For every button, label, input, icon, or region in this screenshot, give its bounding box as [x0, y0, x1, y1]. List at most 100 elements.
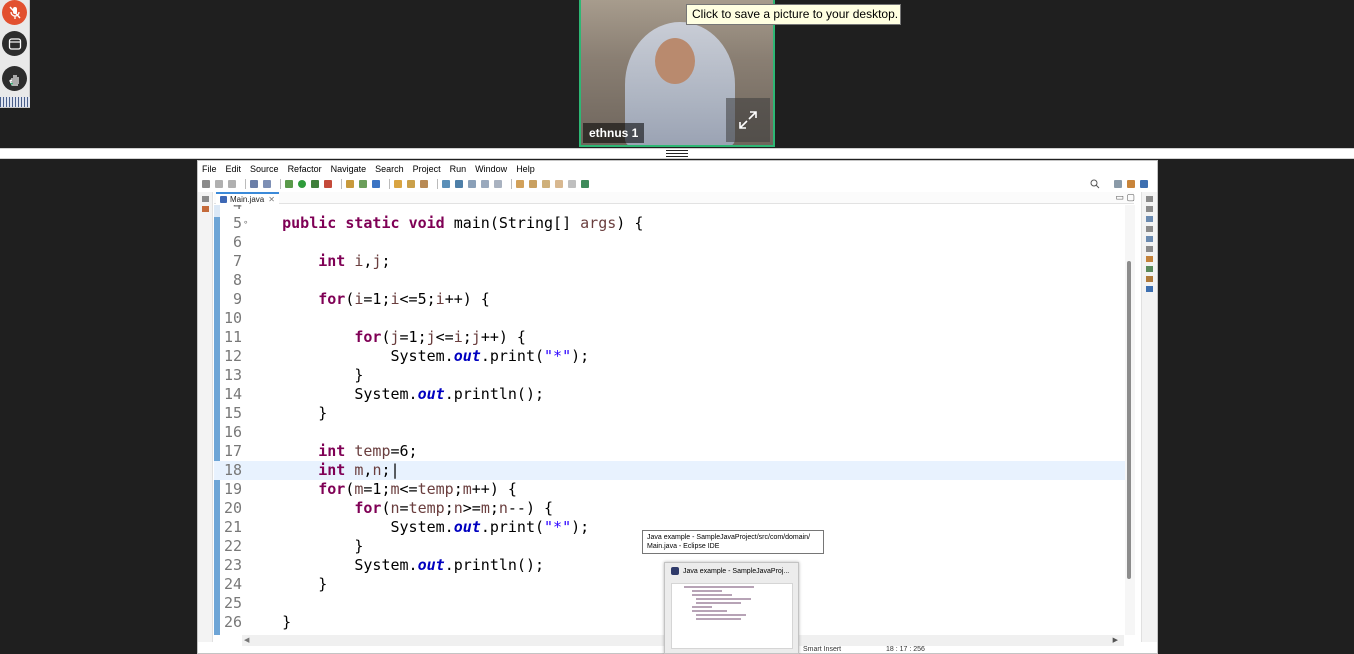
- menu-navigate[interactable]: Navigate: [331, 164, 367, 174]
- run-icon[interactable]: [298, 180, 306, 188]
- menu-help[interactable]: Help: [516, 164, 535, 174]
- menu-project[interactable]: Project: [413, 164, 441, 174]
- terminal-view-icon[interactable]: [1146, 286, 1153, 292]
- search-icon[interactable]: [1090, 179, 1100, 189]
- menu-file[interactable]: File: [202, 164, 217, 174]
- new-java-project-icon[interactable]: [346, 180, 354, 188]
- show-whitespace-icon[interactable]: [494, 180, 502, 188]
- menu-search[interactable]: Search: [375, 164, 404, 174]
- preview-thumbnail[interactable]: [671, 583, 793, 649]
- open-perspective-icon[interactable]: [1114, 180, 1122, 188]
- code-line[interactable]: 5 ∘ public static void main(String[] args…: [214, 214, 1125, 233]
- scroll-left-icon[interactable]: ◀: [244, 636, 249, 644]
- menu-run[interactable]: Run: [450, 164, 467, 174]
- code-line[interactable]: 10: [214, 309, 1125, 328]
- code-line[interactable]: 12 System.out.print("*");: [214, 347, 1125, 366]
- prev-annotation-icon[interactable]: [529, 180, 537, 188]
- last-edit-icon[interactable]: [542, 180, 550, 188]
- coverage-icon[interactable]: [311, 180, 319, 188]
- editor-min-max[interactable]: ▭ ▢: [1115, 192, 1135, 203]
- code-text: }: [246, 404, 328, 422]
- code-line[interactable]: 20 for(n=temp;n>=m;n--) {: [214, 499, 1125, 518]
- task-list-icon[interactable]: [1146, 216, 1153, 222]
- search-tool-icon[interactable]: [420, 180, 428, 188]
- next-annotation-icon[interactable]: [516, 180, 524, 188]
- code-line[interactable]: 13 }: [214, 366, 1125, 385]
- highlight-icon[interactable]: [455, 180, 463, 188]
- problems-icon[interactable]: [1146, 236, 1153, 242]
- preview-title: Java example - SampleJavaProj...: [683, 567, 790, 575]
- menu-window[interactable]: Window: [475, 164, 507, 174]
- code-line[interactable]: 15 }: [214, 404, 1125, 423]
- restore-bottom-icon[interactable]: [1146, 226, 1153, 232]
- code-line[interactable]: 14 System.out.println();: [214, 385, 1125, 404]
- code-line[interactable]: 17 int temp=6;: [214, 442, 1125, 461]
- back-icon[interactable]: [555, 180, 563, 188]
- restore-icon[interactable]: [201, 196, 209, 202]
- meeting-side-toolbar: [0, 0, 30, 108]
- code-line[interactable]: 7 int i,j;: [214, 252, 1125, 271]
- raise-hand-button[interactable]: [2, 66, 27, 91]
- raise-hand-icon: [8, 74, 19, 86]
- code-line[interactable]: 19 for(m=1;m<=temp;m++) {: [214, 480, 1125, 499]
- open-type-icon[interactable]: [394, 180, 402, 188]
- toolbar-grip[interactable]: [0, 97, 30, 107]
- save-all-icon[interactable]: [228, 180, 236, 188]
- window-button[interactable]: [2, 31, 27, 56]
- outline-icon[interactable]: [1146, 206, 1153, 212]
- restore-right-icon[interactable]: [1146, 196, 1153, 202]
- panel-divider[interactable]: [0, 148, 1354, 159]
- code-line[interactable]: 6: [214, 233, 1125, 252]
- new-class-icon[interactable]: [372, 180, 380, 188]
- debug-icon[interactable]: [285, 180, 293, 188]
- tab-main-java[interactable]: Main.java ✕: [216, 192, 279, 204]
- block-select-icon[interactable]: [481, 180, 489, 188]
- progress-icon[interactable]: [1146, 276, 1153, 282]
- annotation-icon[interactable]: [442, 180, 450, 188]
- line-number: 15: [223, 404, 242, 422]
- close-tab-icon[interactable]: ✕: [268, 195, 275, 204]
- scroll-right-icon[interactable]: ▶: [1113, 636, 1118, 644]
- forward-icon[interactable]: [568, 180, 576, 188]
- expand-icon: [739, 111, 757, 129]
- declaration-icon[interactable]: [1146, 256, 1153, 262]
- pin-editor-icon[interactable]: [581, 180, 589, 188]
- new-package-icon[interactable]: [359, 180, 367, 188]
- save-icon[interactable]: [215, 180, 223, 188]
- code-line[interactable]: 16: [214, 423, 1125, 442]
- terminal-icon[interactable]: [250, 180, 258, 188]
- code-text: }: [246, 537, 364, 555]
- external-tools-icon[interactable]: [324, 180, 332, 188]
- code-line[interactable]: 11 for(j=1;j<=i;j++) {: [214, 328, 1125, 347]
- code-line[interactable]: 4: [214, 205, 1125, 214]
- thumb-line: [692, 594, 732, 596]
- open-task-icon[interactable]: [407, 180, 415, 188]
- skip-breakpoints-icon[interactable]: [263, 180, 271, 188]
- word-wrap-icon[interactable]: [468, 180, 476, 188]
- code-line[interactable]: 18 int m,n;|: [214, 461, 1125, 480]
- code-line[interactable]: 8: [214, 271, 1125, 290]
- vertical-scrollbar[interactable]: [1125, 205, 1135, 635]
- expand-video-button[interactable]: [726, 98, 770, 142]
- preview-title-row: Java example - SampleJavaProj...: [671, 567, 789, 575]
- mic-muted-button[interactable]: [2, 0, 27, 25]
- menu-edit[interactable]: Edit: [226, 164, 242, 174]
- menu-source[interactable]: Source: [250, 164, 279, 174]
- thumb-line: [692, 606, 712, 608]
- line-number: 25: [223, 594, 242, 612]
- code-line[interactable]: 9 for(i=1;i<=5;i++) {: [214, 290, 1125, 309]
- insert-mode: Smart Insert: [803, 646, 842, 653]
- scrollbar-thumb[interactable]: [1127, 261, 1131, 579]
- java-perspective-icon[interactable]: [1140, 180, 1148, 188]
- new-icon[interactable]: [202, 180, 210, 188]
- menu-refactor[interactable]: Refactor: [288, 164, 322, 174]
- thumb-line: [696, 598, 751, 600]
- toolbar-separator: [437, 179, 438, 189]
- package-explorer-icon[interactable]: [201, 206, 209, 212]
- taskbar-window-preview[interactable]: Java example - SampleJavaProj...: [664, 562, 799, 654]
- divider-grip-icon[interactable]: [666, 150, 688, 158]
- console-icon[interactable]: [1146, 266, 1153, 272]
- javadoc-icon[interactable]: [1146, 246, 1153, 252]
- code-text: for(m=1;m<=temp;m++) {: [318, 480, 517, 498]
- java-ee-perspective-icon[interactable]: [1127, 180, 1135, 188]
